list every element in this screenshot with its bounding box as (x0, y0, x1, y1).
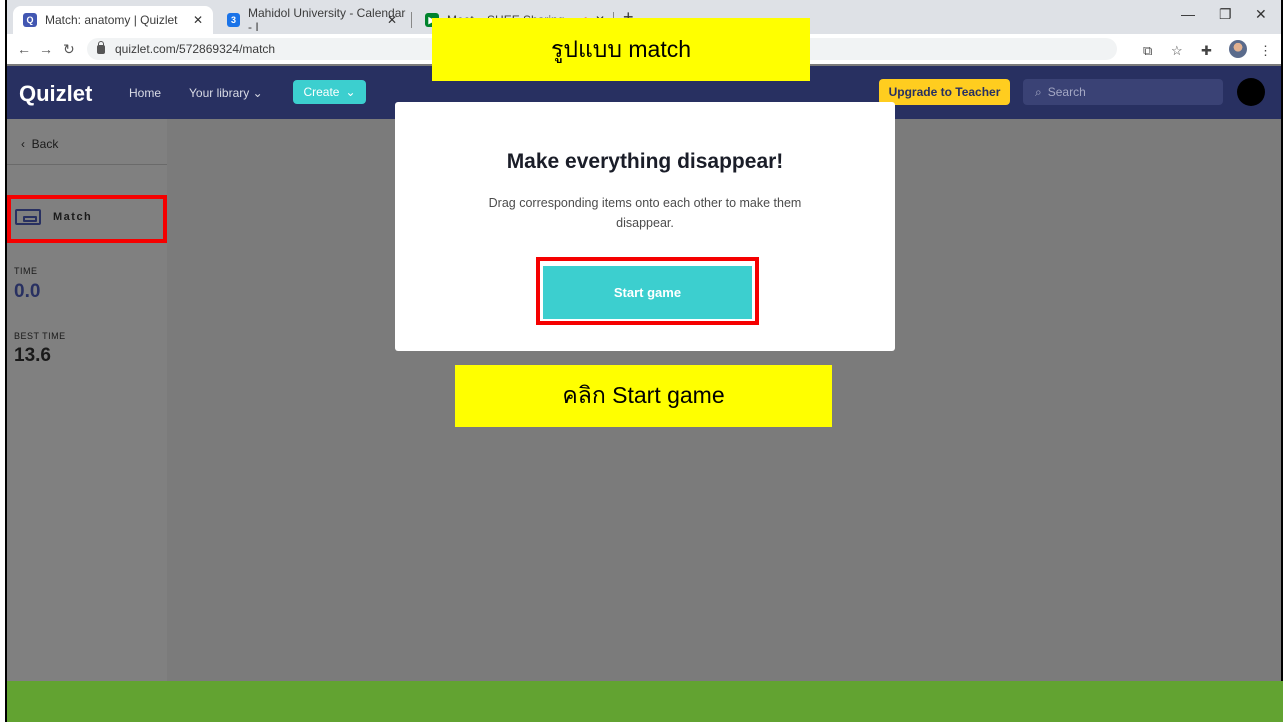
back-arrow-icon[interactable]: ← (17, 41, 31, 57)
quizlet-logo[interactable]: Quizlet (19, 81, 92, 107)
footer-bar (5, 681, 1283, 722)
modal-description: Drag corresponding items onto each other… (488, 196, 802, 230)
nav-home[interactable]: Home (129, 86, 161, 100)
best-time-label: BEST TIME (14, 331, 66, 341)
chevron-left-icon: ‹ (21, 137, 25, 151)
chevron-down-icon: ⌄ (252, 86, 263, 100)
extensions-icon[interactable]: ✚ (1201, 43, 1212, 59)
nav-your-library[interactable]: Your library ⌄ (189, 86, 263, 100)
maximize-icon[interactable]: ❐ (1219, 6, 1232, 23)
create-button[interactable]: Create ⌄ (293, 80, 366, 104)
time-value: 0.0 (14, 281, 41, 302)
forward-arrow-icon[interactable]: → (39, 41, 53, 57)
close-window-icon[interactable]: ✕ (1255, 6, 1267, 23)
highlight-box-start (536, 257, 759, 325)
url-text: quizlet.com/572869324/match (115, 42, 276, 56)
annotation-match-format: รูปแบบ match (432, 18, 810, 81)
search-icon: ⌕ (1035, 84, 1042, 99)
create-label: Create (303, 85, 340, 99)
highlight-box-match (7, 195, 167, 243)
close-icon[interactable]: ✕ (193, 13, 203, 27)
match-sidebar: ‹ Back Match TIME 0.0 BEST TIME 13.6 (7, 119, 167, 681)
search-placeholder: Search (1047, 85, 1086, 99)
translate-icon[interactable]: ⧉ (1143, 43, 1152, 59)
time-label: TIME (14, 266, 38, 276)
modal-title: Make everything disappear! (506, 150, 784, 173)
close-icon[interactable]: ✕ (387, 13, 397, 27)
back-label: Back (31, 137, 59, 151)
tab-title: Mahidol University - Calendar - I (247, 6, 406, 34)
best-time-value: 13.6 (14, 345, 51, 366)
reload-icon[interactable]: ↻ (63, 41, 75, 58)
chevron-down-icon: ⌄ (345, 85, 356, 99)
nav-your-library-label: Your library (189, 86, 250, 100)
tab-calendar[interactable]: 3 Mahidol University - Calendar - I ✕ (217, 6, 407, 34)
menu-kebab-icon[interactable]: ⋮ (1259, 43, 1272, 59)
tab-separator (411, 12, 412, 28)
upgrade-to-teacher-button[interactable]: Upgrade to Teacher (879, 79, 1010, 105)
minimize-icon[interactable]: — (1181, 6, 1195, 22)
tab-quizlet-match[interactable]: Q Match: anatomy | Quizlet ✕ (13, 6, 213, 34)
back-link[interactable]: ‹ Back (21, 137, 58, 151)
search-input[interactable]: ⌕ Search (1023, 79, 1223, 105)
slide-frame: Q Match: anatomy | Quizlet ✕ 3 Mahidol U… (0, 0, 1283, 722)
browser-window: Q Match: anatomy | Quizlet ✕ 3 Mahidol U… (5, 0, 1283, 681)
quizlet-q-icon: Q (23, 13, 37, 27)
browser-profile-avatar[interactable] (1229, 40, 1247, 58)
google-calendar-icon: 3 (227, 13, 240, 27)
sidebar-divider (7, 164, 167, 165)
tab-title: Match: anatomy | Quizlet (45, 13, 178, 27)
user-avatar[interactable] (1237, 78, 1265, 106)
bookmark-star-icon[interactable]: ☆ (1171, 43, 1183, 59)
start-game-modal: Make everything disappear! Drag correspo… (395, 102, 895, 351)
annotation-click-start: คลิก Start game (455, 365, 832, 427)
lock-icon (97, 40, 105, 54)
